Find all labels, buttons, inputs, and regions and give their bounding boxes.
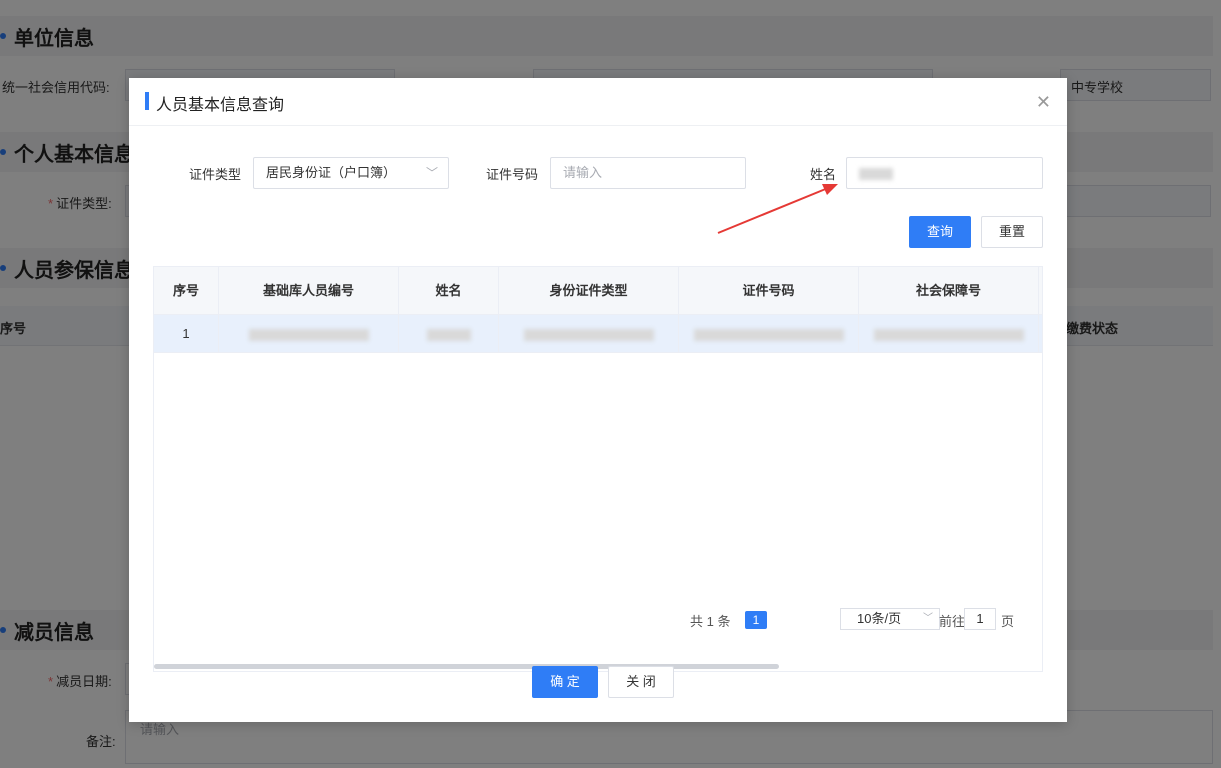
table-header-row: 序号 基础库人员编号 姓名 身份证件类型 证件号码 社会保障号 — [154, 267, 1042, 315]
confirm-button[interactable]: 确 定 — [532, 666, 598, 698]
cell-name — [399, 315, 499, 353]
pagination-total: 共 1 条 — [690, 614, 731, 629]
id-type-select[interactable]: 居民身份证（户口簿） ﹀ — [253, 157, 449, 189]
cell-id-document-type — [499, 315, 679, 353]
horizontal-scrollbar[interactable] — [154, 664, 779, 669]
close-button[interactable]: 关 闭 — [608, 666, 674, 698]
col-index: 序号 — [154, 267, 219, 315]
cell-social-security-number — [859, 315, 1039, 353]
chevron-down-icon: ﹀ — [425, 166, 438, 180]
col-id-number: 证件号码 — [679, 267, 859, 315]
redacted-name-value — [859, 167, 893, 180]
cell-base-person-id — [219, 315, 399, 353]
col-base-person-id: 基础库人员编号 — [219, 267, 399, 315]
id-number-input[interactable]: 请输入 — [550, 157, 746, 189]
close-icon[interactable]: ✕ — [1036, 92, 1051, 113]
dialog-header: 人员基本信息查询 ✕ — [129, 78, 1067, 126]
person-query-dialog: 人员基本信息查询 ✕ 证件类型 居民身份证（户口簿） ﹀ 证件号码 请输入 姓名… — [129, 78, 1067, 722]
id-number-label: 证件号码 — [486, 167, 539, 182]
page-size-select[interactable]: 10条/页 ﹀ — [840, 608, 940, 630]
goto-suffix: 页 — [1001, 614, 1015, 629]
pagination-current-page[interactable]: 1 — [745, 611, 767, 629]
page-size-value: 10条/页 — [857, 611, 902, 626]
id-type-value: 居民身份证（户口簿） — [266, 165, 397, 180]
query-button[interactable]: 查询 — [909, 216, 971, 248]
cell-index: 1 — [154, 315, 219, 353]
cell-id-number — [679, 315, 859, 353]
col-id-document-type: 身份证件类型 — [499, 267, 679, 315]
name-input[interactable] — [846, 157, 1043, 189]
col-name: 姓名 — [399, 267, 499, 315]
name-label: 姓名 — [810, 167, 837, 182]
goto-label: 前往 — [939, 614, 966, 629]
reset-button[interactable]: 重置 — [981, 216, 1043, 248]
col-social-security-number: 社会保障号 — [859, 267, 1039, 315]
goto-page-input[interactable]: 1 — [964, 608, 996, 630]
id-number-placeholder: 请输入 — [563, 165, 603, 180]
table-row[interactable]: 1 — [154, 315, 1042, 353]
title-accent-bar — [145, 92, 149, 110]
id-type-label: 证件类型 — [189, 167, 242, 182]
chevron-down-icon: ﹀ — [923, 613, 933, 624]
dialog-title: 人员基本信息查询 — [156, 97, 285, 114]
